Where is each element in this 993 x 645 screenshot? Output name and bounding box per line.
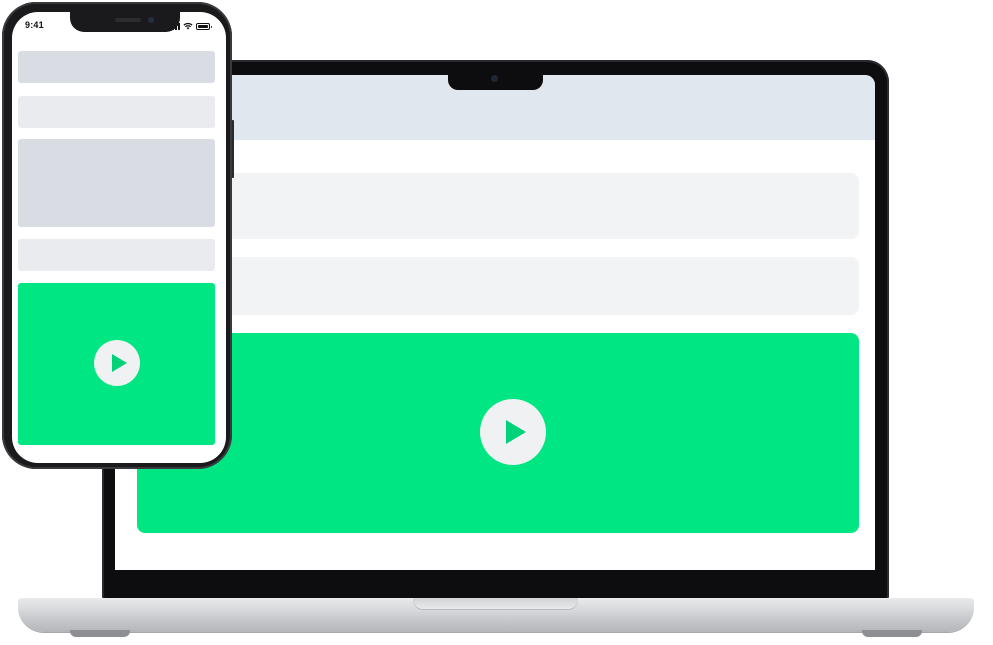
play-icon — [506, 420, 526, 444]
phone-content-placeholder-1 — [18, 51, 215, 83]
phone-body: 9:41 — [2, 2, 232, 469]
laptop-play-button[interactable] — [480, 399, 546, 465]
wifi-icon — [183, 22, 193, 30]
laptop-camera-icon — [491, 75, 498, 82]
laptop-content-placeholder-1 — [137, 173, 859, 239]
laptop-base-opening — [413, 598, 578, 610]
phone-screen: 9:41 — [12, 12, 226, 463]
phone-camera-icon — [148, 17, 154, 23]
laptop-video-player[interactable] — [137, 333, 859, 533]
laptop-content-placeholder-2 — [137, 257, 859, 315]
device-mockup-stage: 9:41 — [0, 0, 993, 645]
phone-video-player[interactable] — [18, 283, 215, 445]
phone-speaker-icon — [115, 18, 141, 22]
phone-content-placeholder-3 — [18, 139, 215, 227]
battery-icon — [196, 23, 212, 30]
phone-play-button[interactable] — [94, 340, 140, 386]
play-icon — [112, 354, 127, 372]
laptop-foot-left — [70, 630, 130, 637]
phone-notch — [70, 12, 180, 32]
phone-content-placeholder-2 — [18, 96, 215, 128]
phone-content-placeholder-4 — [18, 239, 215, 271]
phone-status-time: 9:41 — [25, 20, 44, 30]
laptop-foot-right — [862, 630, 922, 637]
